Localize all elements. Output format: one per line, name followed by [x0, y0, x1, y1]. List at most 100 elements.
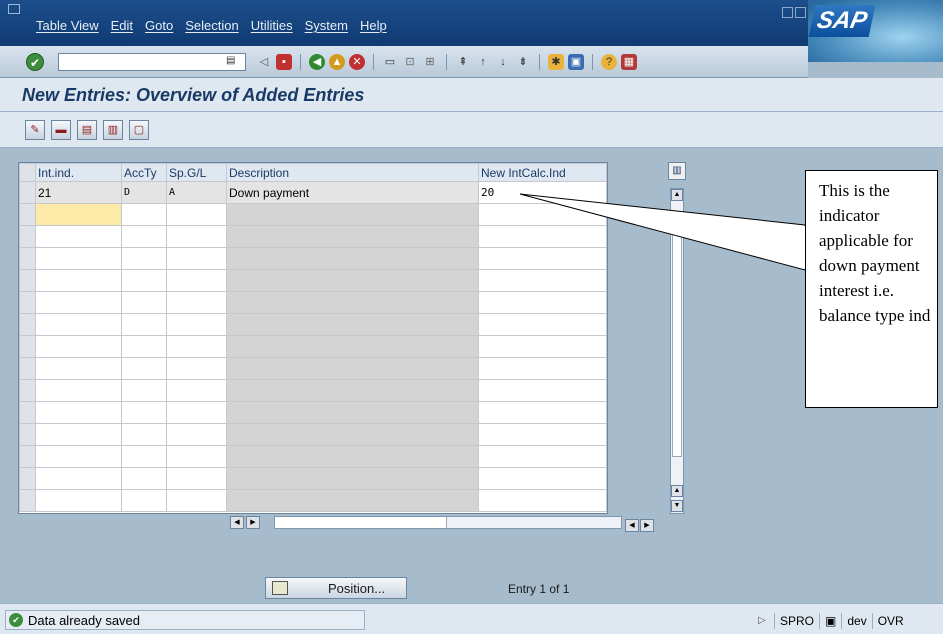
cell-acc-ty[interactable] — [121, 445, 167, 468]
maximize-icon[interactable] — [795, 7, 806, 18]
menu-table-view[interactable]: Table View — [36, 18, 99, 33]
scroll-right-icon[interactable]: ▶ — [246, 516, 260, 529]
minimize-icon[interactable] — [782, 7, 793, 18]
select-block-icon[interactable]: ▥ — [103, 120, 123, 140]
cell-sp-gl[interactable] — [166, 467, 227, 490]
cell-sp-gl[interactable] — [166, 379, 227, 402]
change-display-icon[interactable]: ✎ — [25, 120, 45, 140]
cell-sp-gl[interactable] — [166, 357, 227, 380]
cell-acc-ty[interactable] — [121, 291, 167, 314]
insert-mode[interactable]: OVR — [871, 613, 909, 629]
row-selector[interactable] — [19, 247, 36, 270]
cell-acc-ty[interactable] — [121, 269, 167, 292]
menu-help[interactable]: Help — [360, 18, 387, 33]
layout-menu-icon[interactable]: ▦ — [621, 54, 637, 70]
command-field[interactable] — [58, 53, 246, 71]
cell-new-intcalc-ind[interactable] — [478, 247, 607, 270]
cell-acc-ty[interactable] — [121, 467, 167, 490]
cell-sp-gl[interactable] — [166, 313, 227, 336]
cell-acc-ty[interactable] — [121, 225, 167, 248]
cell-int-ind[interactable] — [35, 489, 122, 512]
status-message[interactable]: ✔ Data already saved — [5, 610, 365, 630]
row-selector[interactable] — [19, 379, 36, 402]
session-list-icon[interactable]: ▣ — [819, 613, 841, 629]
scroll-thumb[interactable] — [672, 217, 682, 457]
print-icon[interactable]: ▭ — [382, 54, 398, 70]
menu-selection[interactable]: Selection — [185, 18, 238, 33]
row-selector[interactable] — [19, 357, 36, 380]
cell-sp-gl[interactable] — [166, 401, 227, 424]
cell-acc-ty[interactable] — [121, 401, 167, 424]
row-selector[interactable] — [19, 445, 36, 468]
row-selector[interactable] — [19, 181, 36, 204]
menu-utilities[interactable]: Utilities — [251, 18, 293, 33]
scroll-down-icon[interactable]: ▼ — [671, 500, 683, 512]
cell-int-ind[interactable] — [35, 335, 122, 358]
cell-int-ind[interactable] — [35, 357, 122, 380]
enter-check-icon[interactable]: ✔ — [26, 53, 44, 71]
first-page-icon[interactable]: ⇞ — [455, 54, 471, 70]
column-description[interactable]: Description — [226, 163, 479, 182]
scroll-right-icon[interactable]: ▶ — [640, 519, 654, 532]
row-selector[interactable] — [19, 401, 36, 424]
save-icon[interactable]: ▪ — [276, 54, 292, 70]
cell-acc-ty[interactable] — [121, 357, 167, 380]
cell-new-intcalc-ind[interactable] — [478, 489, 607, 512]
cell-sp-gl[interactable] — [166, 335, 227, 358]
scroll-left-icon[interactable]: ◀ — [625, 519, 639, 532]
cell-new-intcalc-ind[interactable] — [478, 313, 607, 336]
new-session-icon[interactable]: ✱ — [548, 54, 564, 70]
cell-new-intcalc-ind[interactable] — [478, 269, 607, 292]
cell-sp-gl[interactable] — [166, 489, 227, 512]
cell-acc-ty[interactable] — [121, 489, 167, 512]
cell-acc-ty[interactable] — [121, 203, 167, 226]
cell-acc-ty[interactable] — [121, 247, 167, 270]
exit-icon[interactable]: ▲ — [329, 54, 345, 70]
cell-new-intcalc-ind[interactable] — [478, 401, 607, 424]
column-int-ind[interactable]: Int.ind. — [35, 163, 122, 182]
row-selector[interactable] — [19, 291, 36, 314]
row-selector[interactable] — [19, 335, 36, 358]
horizontal-scroll-thumb[interactable] — [275, 517, 447, 528]
cell-new-intcalc-ind[interactable] — [478, 379, 607, 402]
vertical-scrollbar[interactable]: ▥ ▲ ▲ ▼ — [668, 162, 686, 514]
row-selector[interactable] — [19, 203, 36, 226]
cell-acc-ty[interactable] — [121, 379, 167, 402]
transaction-code[interactable]: SPRO — [774, 613, 819, 629]
cell-sp-gl[interactable] — [166, 203, 227, 226]
position-button[interactable]: Position... — [265, 577, 407, 599]
select-column-header[interactable] — [19, 163, 36, 182]
row-selector[interactable] — [19, 467, 36, 490]
cell-sp-gl[interactable] — [166, 445, 227, 468]
scroll-left-icon[interactable]: ◀ — [230, 516, 244, 529]
scroll-up-icon[interactable]: ▲ — [671, 485, 683, 497]
select-all-icon[interactable]: ▤ — [77, 120, 97, 140]
cell-sp-gl[interactable] — [166, 225, 227, 248]
scroll-up-icon[interactable]: ▲ — [671, 189, 683, 201]
menu-system[interactable]: System — [305, 18, 348, 33]
menu-goto[interactable]: Goto — [145, 18, 173, 33]
system-menu-icon[interactable] — [8, 4, 20, 14]
column-new-intcalc-ind[interactable]: New IntCalc.Ind — [478, 163, 607, 182]
cell-int-ind[interactable] — [35, 445, 122, 468]
deselect-all-icon[interactable]: ▢ — [129, 120, 149, 140]
cell-int-ind[interactable] — [35, 423, 122, 446]
cell-sp-gl[interactable] — [166, 291, 227, 314]
cell-int-ind[interactable] — [35, 269, 122, 292]
delete-row-icon[interactable]: ▬ — [51, 120, 71, 140]
find-next-icon[interactable]: ⊞ — [422, 54, 438, 70]
horizontal-scroll-track[interactable] — [274, 516, 622, 529]
help-icon[interactable]: ? — [601, 54, 617, 70]
cell-int-ind[interactable] — [35, 225, 122, 248]
cell-sp-gl[interactable] — [166, 423, 227, 446]
cell-acc-ty[interactable] — [121, 335, 167, 358]
cell-int-ind[interactable] — [35, 467, 122, 490]
row-selector[interactable] — [19, 269, 36, 292]
cell-int-ind[interactable] — [35, 379, 122, 402]
cell-acc-ty[interactable] — [121, 423, 167, 446]
last-page-icon[interactable]: ⇟ — [515, 54, 531, 70]
cell-new-intcalc-ind[interactable] — [478, 357, 607, 380]
find-icon[interactable]: ⊡ — [402, 54, 418, 70]
cell-new-intcalc-ind[interactable] — [478, 423, 607, 446]
back-icon[interactable]: ◀ — [309, 54, 325, 70]
